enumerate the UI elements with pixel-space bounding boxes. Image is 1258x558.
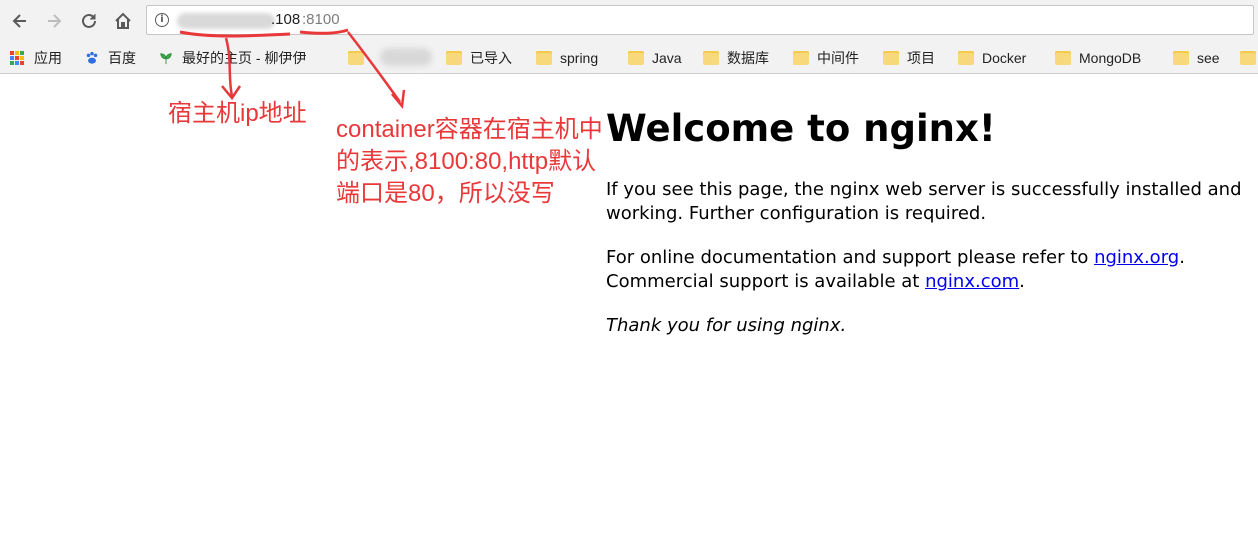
nginx-org-link[interactable]: nginx.org (1094, 247, 1179, 268)
forward-arrow-icon (48, 14, 62, 28)
bookmark-folder-projects[interactable]: 项目 (883, 49, 935, 67)
bookmark-folder-database[interactable]: 数据库 (703, 49, 769, 67)
annotation-host-ip: 宿主机ip地址 (168, 100, 307, 127)
leaf-icon (160, 53, 172, 65)
folder-icon (348, 51, 364, 65)
bookmark-folder-see[interactable]: see (1173, 49, 1220, 67)
bookmark-folder-imported[interactable]: 已导入 (446, 49, 512, 67)
bookmark-folder-spring[interactable]: spring (536, 49, 598, 67)
bookmark-label: 百度 (108, 50, 136, 66)
bookmark-label: 已导入 (470, 50, 512, 66)
intro-paragraph: If you see this page, the nginx web serv… (606, 179, 1242, 224)
folder-icon (628, 51, 644, 65)
bookmark-label: MongoDB (1079, 50, 1142, 66)
bookmark-baidu[interactable]: 百度 (84, 49, 136, 67)
docs-paragraph: For online documentation and support ple… (606, 246, 1246, 294)
nginx-welcome-page: Welcome to nginx! If you see this page, … (606, 104, 1246, 338)
address-bar[interactable]: i .108 :8100 (146, 5, 1254, 35)
bookmark-folder-docker[interactable]: Docker (958, 49, 1026, 67)
commercial-text-period: . (1019, 271, 1025, 292)
bookmark-folder-middleware[interactable]: 中间件 (793, 49, 859, 67)
forward-button[interactable] (42, 9, 66, 33)
blurred-bookmark (380, 48, 432, 66)
folder-icon (1173, 51, 1189, 65)
bookmark-label: 项目 (907, 50, 935, 66)
bookmark-label: Docker (982, 50, 1027, 66)
bookmark-label: 最好的主页 - 柳伊伊 (182, 50, 307, 66)
docs-text: For online documentation and support ple… (606, 247, 1095, 268)
apps-grid-icon (10, 51, 24, 65)
folder-icon (793, 51, 809, 65)
bookmarks-bar: 应用 百度 最好的主页 - 柳伊伊 已导入 spring Java 数据库 中间… (0, 42, 1258, 74)
port-arrowhead (391, 89, 406, 110)
bookmark-folder-overflow[interactable] (1240, 49, 1258, 67)
back-button[interactable] (8, 9, 32, 33)
bookmark-label: 应用 (34, 50, 62, 66)
folder-icon (1240, 51, 1256, 65)
back-arrow-icon (12, 14, 26, 28)
folder-icon (536, 51, 552, 65)
info-icon[interactable]: i (155, 13, 169, 27)
folder-icon (1055, 51, 1071, 65)
nginx-com-link[interactable]: nginx.com (925, 271, 1019, 292)
url-port: :8100 (302, 11, 340, 28)
commercial-text: Commercial support is available at (606, 271, 926, 292)
page-heading: Welcome to nginx! (606, 107, 996, 150)
bookmark-apps[interactable]: 应用 (10, 49, 62, 67)
baidu-paw-icon (86, 51, 98, 64)
bookmark-label: spring (560, 50, 599, 66)
browser-toolbar: i .108 :8100 (0, 0, 1258, 42)
docs-text-period: . (1179, 247, 1185, 268)
bookmark-folder-mongodb[interactable]: MongoDB (1055, 49, 1141, 67)
folder-icon (446, 51, 462, 65)
folder-icon (958, 51, 974, 65)
thanks-paragraph: Thank you for using nginx. (606, 315, 847, 336)
folder-icon (883, 51, 899, 65)
reload-button[interactable] (77, 9, 101, 33)
bookmark-label: see (1197, 50, 1220, 66)
home-icon (115, 12, 131, 29)
bookmark-homepage[interactable]: 最好的主页 - 柳伊伊 (158, 49, 306, 67)
bookmark-label: 数据库 (727, 50, 769, 66)
reload-icon (82, 13, 96, 28)
annotation-container-port: container容器在宿主机中的表示,8100:80,http默认端口是80，… (336, 116, 603, 207)
bookmark-label: Java (652, 50, 682, 66)
url-host: .108 (271, 11, 301, 28)
bookmark-folder-blurred[interactable] (348, 49, 372, 67)
ip-arrowhead (221, 85, 242, 101)
folder-icon (703, 51, 719, 65)
bookmark-folder-java[interactable]: Java (628, 49, 682, 67)
home-button[interactable] (111, 9, 135, 33)
bookmark-label: 中间件 (817, 50, 859, 66)
blurred-ip-prefix (177, 13, 275, 29)
